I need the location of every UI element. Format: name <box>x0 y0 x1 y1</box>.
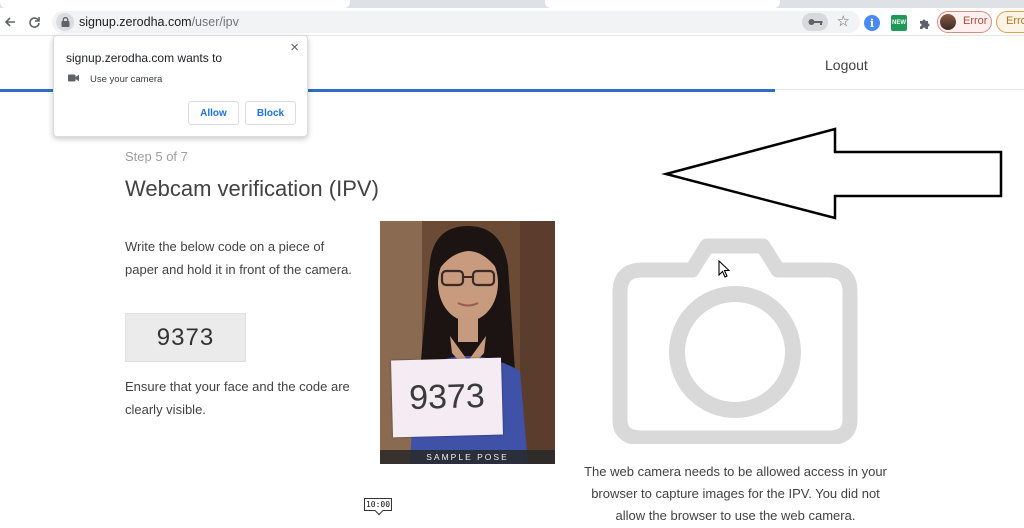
tab[interactable] <box>0 0 350 8</box>
screen: signup.zerodha.com/user/ipv ☆ i NEW Erro… <box>0 0 1024 528</box>
permission-description: Use your camera <box>90 74 163 85</box>
sample-pose-image: 9373 SAMPLE POSE <box>380 221 555 464</box>
allow-button[interactable]: Allow <box>188 101 239 125</box>
profile-error-button[interactable]: Error <box>937 11 992 33</box>
camera-icon <box>612 238 858 446</box>
avatar <box>940 14 956 30</box>
annotation-arrow <box>661 127 1003 220</box>
time-tooltip: 10:00 <box>364 498 392 511</box>
profile-error-label: Error <box>963 15 988 27</box>
url-path: /user/ipv <box>191 15 239 29</box>
camera-access-note: The web camera needs to be allowed acces… <box>584 464 887 523</box>
permission-title: signup.zerodha.com wants to <box>66 51 223 65</box>
lock-icon[interactable] <box>56 13 74 31</box>
logout-link[interactable]: Logout <box>825 57 868 73</box>
step-indicator: Step 5 of 7 <box>125 149 188 164</box>
block-button[interactable]: Block <box>245 101 296 125</box>
back-arrow-icon[interactable] <box>0 12 20 32</box>
puzzle-icon[interactable] <box>916 15 932 31</box>
camera-permission-prompt: signup.zerodha.com wants to × Use your c… <box>53 35 308 137</box>
page-title: Webcam verification (IPV) <box>125 176 379 201</box>
reload-icon[interactable] <box>24 12 44 32</box>
browser-toolbar: signup.zerodha.com/user/ipv ☆ i NEW Erro… <box>0 8 1024 36</box>
ensure-text: Ensure that your face and the code are c… <box>125 379 350 417</box>
new-extension-icon[interactable]: NEW <box>891 15 907 31</box>
url-host: signup.zerodha.com <box>79 15 192 29</box>
sample-pose-caption: SAMPLE POSE <box>380 450 555 464</box>
close-icon[interactable]: × <box>290 39 299 56</box>
tab[interactable] <box>545 0 780 8</box>
tab-strip <box>0 0 1024 8</box>
profile-error-label-2: Erro <box>1006 15 1024 27</box>
address-bar[interactable]: signup.zerodha.com/user/ipv ☆ <box>52 11 860 33</box>
url-text: signup.zerodha.com/user/ipv <box>79 15 239 29</box>
sample-code-paper: 9373 <box>391 357 503 438</box>
info-extension-icon[interactable]: i <box>864 15 880 31</box>
instruction-text: Write the below code on a piece of paper… <box>125 239 352 277</box>
profile-error-button-2[interactable]: Erro <box>996 11 1024 33</box>
key-icon[interactable] <box>802 13 828 31</box>
star-icon[interactable]: ☆ <box>837 12 850 30</box>
mouse-cursor-icon <box>718 260 730 278</box>
video-camera-icon <box>68 74 79 82</box>
verification-code: 9373 <box>125 313 246 362</box>
